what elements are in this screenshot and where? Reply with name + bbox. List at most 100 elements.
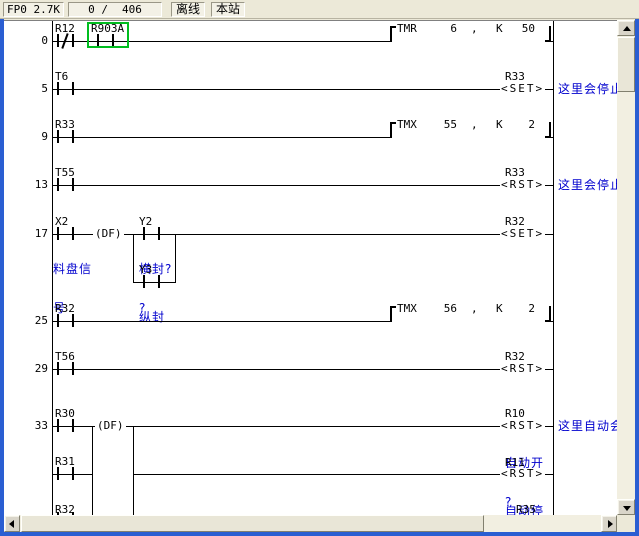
rung17-df-instruction[interactable]: (DF) bbox=[93, 228, 124, 240]
instruction-bracket-right bbox=[545, 122, 551, 138]
rung13-line bbox=[52, 185, 553, 186]
step-current: 0 / bbox=[88, 3, 108, 16]
contact-pole[interactable] bbox=[57, 82, 59, 95]
contact-pole[interactable] bbox=[72, 314, 74, 327]
rung5-coil-label: R33 bbox=[505, 72, 525, 82]
station-box-local[interactable]: 本站 bbox=[211, 2, 245, 17]
instruction-bracket-right bbox=[545, 306, 551, 322]
contact-pole[interactable] bbox=[57, 34, 59, 47]
contact-pole[interactable] bbox=[57, 467, 59, 480]
plc-type-box: FP0 2.7K bbox=[3, 2, 64, 17]
rung5-line bbox=[52, 89, 553, 90]
status-toolbar: FP0 2.7K 0 / 406 离线 本站 bbox=[0, 0, 639, 19]
contact-pole[interactable] bbox=[57, 178, 59, 191]
rung9-tmx-val[interactable]: 2 bbox=[495, 120, 535, 130]
mode-box-offline[interactable]: 离线 bbox=[171, 2, 205, 17]
rung33-coil-r35-label: R35 bbox=[516, 505, 536, 515]
contact-pole[interactable] bbox=[57, 362, 59, 375]
rung-number-0: 0 bbox=[28, 35, 48, 46]
rung29-line bbox=[52, 369, 553, 370]
rung25-tmx-num[interactable]: 56 bbox=[417, 304, 457, 314]
instruction-bracket-left bbox=[390, 306, 396, 322]
rung25-tmx-val[interactable]: 2 bbox=[495, 304, 535, 314]
scroll-up-icon bbox=[623, 26, 631, 31]
rung-number-9: 9 bbox=[28, 131, 48, 142]
rung9-contact-r33-label: R33 bbox=[55, 120, 75, 130]
instruction-bracket-left bbox=[390, 26, 396, 42]
rung33-contact-r31-label: R31 bbox=[55, 457, 75, 467]
vertical-scrollbar-thumb[interactable] bbox=[617, 37, 635, 92]
contact-pole[interactable] bbox=[57, 130, 59, 143]
rung-number-29: 29 bbox=[28, 363, 48, 374]
scroll-down-button[interactable] bbox=[617, 499, 635, 515]
rung-number-17: 17 bbox=[28, 228, 48, 239]
scroll-up-button[interactable] bbox=[617, 20, 635, 36]
rung5-right-comment: 这里会停止 bbox=[558, 83, 617, 96]
rung-number-13: 13 bbox=[28, 179, 48, 190]
contact-pole[interactable] bbox=[57, 419, 59, 432]
output-branch-rail bbox=[133, 426, 134, 515]
or-junction-rail bbox=[92, 426, 93, 515]
scroll-right-icon bbox=[608, 520, 613, 528]
rung33-coil-r10-label: R10 bbox=[505, 409, 525, 419]
rung17-contact-x2-label: X2 bbox=[55, 217, 68, 227]
step-total: 406 bbox=[122, 3, 142, 16]
branch-rail bbox=[133, 234, 134, 283]
contact-pole[interactable] bbox=[57, 314, 59, 327]
rung25-contact-r32-label: R32 bbox=[55, 304, 75, 314]
rung33-df-instruction[interactable]: (DF) bbox=[95, 420, 126, 432]
rung29-rst-coil[interactable]: <RST> bbox=[500, 363, 545, 375]
contact-pole[interactable] bbox=[72, 178, 74, 191]
rung25-tmx-op[interactable]: TMX bbox=[397, 304, 417, 314]
scroll-down-icon bbox=[623, 506, 631, 511]
editor-client-area: 0 5 9 13 17 25 29 33 R12 R903A TMR 6 , K… bbox=[4, 19, 635, 532]
rung33-right-comment: 这里自动会 bbox=[558, 420, 617, 433]
rung29-contact-t56-label: T56 bbox=[55, 352, 75, 362]
rung9-tmx-sep: , bbox=[471, 120, 478, 130]
rung33-contact-r30-label: R30 bbox=[55, 409, 75, 419]
contact-pole[interactable] bbox=[72, 130, 74, 143]
scroll-left-button[interactable] bbox=[4, 515, 20, 532]
right-power-rail bbox=[553, 21, 554, 515]
rung17-branch-line bbox=[133, 282, 176, 283]
rung5-set-coil[interactable]: <SET> bbox=[500, 83, 545, 95]
contact-pole[interactable] bbox=[72, 34, 74, 47]
contact-pole[interactable] bbox=[72, 82, 74, 95]
rung0-tmr-op[interactable]: TMR bbox=[397, 24, 417, 34]
instruction-bracket-right bbox=[545, 26, 551, 42]
edit-cursor-highlight bbox=[87, 22, 129, 48]
step-counter-box: 0 / 406 bbox=[68, 2, 162, 17]
rung17-coil-label: R32 bbox=[505, 217, 525, 227]
rung13-contact-t55-label: T55 bbox=[55, 168, 75, 178]
rung-number-5: 5 bbox=[28, 83, 48, 94]
rung25-line bbox=[52, 321, 392, 322]
horizontal-scrollbar-thumb[interactable] bbox=[21, 515, 484, 532]
rung13-rst-coil[interactable]: <RST> bbox=[500, 179, 545, 191]
rung17-set-coil[interactable]: <SET> bbox=[500, 228, 545, 240]
scroll-left-icon bbox=[9, 520, 14, 528]
contact-pole[interactable] bbox=[72, 419, 74, 432]
rung29-coil-label: R32 bbox=[505, 352, 525, 362]
ladder-canvas[interactable]: 0 5 9 13 17 25 29 33 R12 R903A TMR 6 , K… bbox=[4, 20, 617, 515]
rung13-right-comment: 这里会停止 bbox=[558, 179, 617, 192]
rung9-line bbox=[52, 137, 392, 138]
contact-pole[interactable] bbox=[72, 467, 74, 480]
rung9-tmx-num[interactable]: 55 bbox=[417, 120, 457, 130]
rung5-contact-t6-label: T6 bbox=[55, 72, 68, 82]
rung33-line bbox=[52, 426, 553, 427]
rung0-tmr-num[interactable]: 6 bbox=[417, 24, 457, 34]
scrollbar-corner bbox=[617, 515, 635, 532]
horizontal-scrollbar[interactable] bbox=[4, 515, 617, 532]
rung-number-25: 25 bbox=[28, 315, 48, 326]
fpwin-plc-window: FP0 2.7K 0 / 406 离线 本站 0 5 9 13 17 25 29… bbox=[0, 0, 639, 536]
vertical-scrollbar[interactable] bbox=[617, 20, 635, 515]
rung0-tmr-sep: , bbox=[471, 24, 478, 34]
rung0-tmr-val[interactable]: 50 bbox=[495, 24, 535, 34]
scroll-right-button[interactable] bbox=[601, 515, 617, 532]
contact-pole[interactable] bbox=[72, 362, 74, 375]
rung13-coil-label: R33 bbox=[505, 168, 525, 178]
rung9-tmx-op[interactable]: TMX bbox=[397, 120, 417, 130]
rung-number-33: 33 bbox=[28, 420, 48, 431]
rung17-contact-y2-label: Y2 bbox=[139, 217, 152, 227]
rung25-tmx-sep: , bbox=[471, 304, 478, 314]
